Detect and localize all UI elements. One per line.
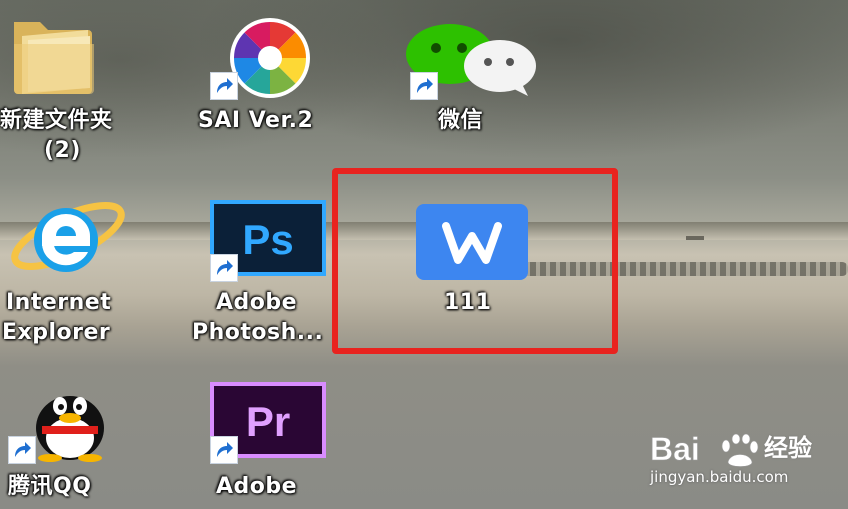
internet-explorer-icon (6, 196, 128, 280)
icon-label: Adobe (216, 474, 298, 499)
folder-icon (8, 14, 104, 98)
icon-label-line2: (2) (44, 138, 81, 163)
watermark-url: jingyan.baidu.com (650, 468, 789, 486)
icon-label: 腾讯QQ (8, 474, 92, 499)
highlight-box (332, 168, 618, 354)
shortcut-arrow-icon (410, 72, 438, 100)
icon-label-line2: Photosh... (192, 320, 324, 345)
shortcut-arrow-icon (210, 254, 238, 282)
svg-text:Ps: Ps (242, 216, 293, 263)
baidu-jingyan-watermark: Bai 经验 jingyan.baidu.com (650, 424, 840, 494)
icon-label: 微信 (438, 108, 484, 133)
icon-label: Adobe (216, 290, 298, 315)
svg-text:Bai: Bai (650, 431, 700, 467)
shortcut-arrow-icon (8, 436, 36, 464)
wallpaper-boat (686, 236, 704, 240)
icon-label: SAI Ver.2 (198, 108, 314, 133)
icon-label: 新建文件夹 (0, 108, 113, 133)
watermark-brand-right: 经验 (764, 434, 812, 462)
icon-label: Internet (6, 290, 112, 315)
shortcut-arrow-icon (210, 72, 238, 100)
icon-label-line2: Explorer (2, 320, 111, 345)
svg-text:Pr: Pr (246, 398, 290, 445)
shortcut-arrow-icon (210, 436, 238, 464)
